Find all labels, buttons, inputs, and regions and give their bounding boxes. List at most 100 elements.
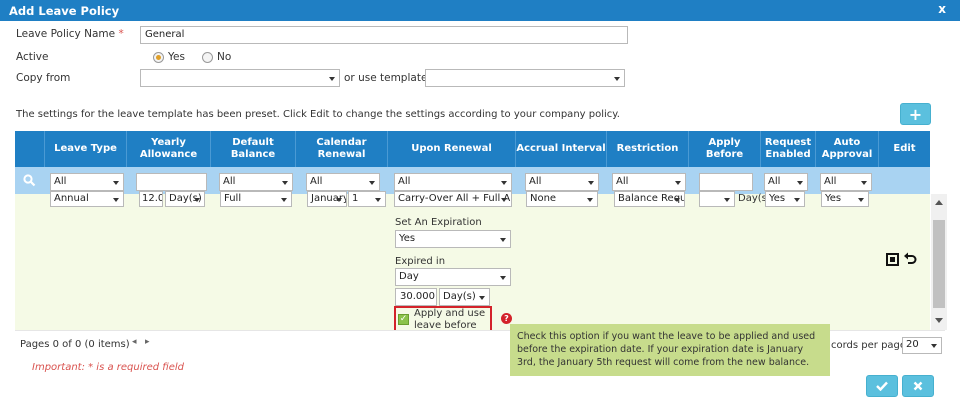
chevron-down-icon [931, 344, 937, 348]
header-yearly-allowance[interactable]: Yearly Allowance [126, 131, 210, 167]
header-upon-renewal[interactable]: Upon Renewal [387, 131, 515, 167]
apply-use-checkbox[interactable]: ✓ [398, 314, 409, 325]
filter-auto-approval[interactable]: All [820, 173, 872, 191]
expired-in-select[interactable]: Day [395, 268, 511, 286]
chevron-down-icon [674, 198, 680, 202]
set-expiration-select[interactable]: Yes [395, 230, 511, 248]
row-apply-before-select[interactable] [699, 191, 735, 207]
row-auto-approval-select[interactable]: Yes [821, 191, 869, 207]
filter-request-enabled-value: All [768, 176, 781, 187]
filter-default-balance-value: All [223, 176, 236, 187]
row-default-balance-select[interactable]: Full [220, 191, 292, 207]
undo-icon[interactable] [903, 252, 917, 266]
add-row-button[interactable]: + [900, 103, 931, 125]
expire-amount-input[interactable]: 30.000 [395, 288, 437, 306]
or-use-template-label: or use template [344, 72, 428, 84]
filter-upon-renewal[interactable]: All [394, 173, 512, 191]
chevron-down-icon [501, 198, 507, 202]
row-leave-type-select[interactable]: Annual [50, 191, 124, 207]
header-leave-type[interactable]: Leave Type [44, 131, 126, 167]
active-label: Active [16, 51, 49, 63]
row-allowance-input[interactable]: 12.0 [139, 191, 163, 207]
chevron-down-icon [588, 181, 594, 185]
header-default-balance[interactable]: Default Balance [210, 131, 295, 167]
chevron-down-icon [861, 181, 867, 185]
filter-accrual-interval-value: All [529, 176, 542, 187]
copy-from-select[interactable] [140, 69, 340, 87]
chevron-down-icon [614, 77, 620, 81]
scrollbar-thumb[interactable] [933, 220, 945, 308]
chevron-down-icon [724, 198, 730, 202]
active-no-radio[interactable] [202, 52, 213, 63]
help-tooltip: Check this option if you want the leave … [510, 324, 830, 376]
records-per-page-value: 20 [906, 339, 919, 350]
chevron-down-icon [501, 181, 507, 185]
row-request-enabled-value: Yes [769, 193, 786, 204]
header-restriction[interactable]: Restriction [606, 131, 688, 167]
cancel-button[interactable] [902, 375, 934, 397]
chevron-down-icon [675, 181, 681, 185]
help-question-icon[interactable]: ? [501, 313, 512, 324]
confirm-button[interactable] [866, 375, 898, 397]
records-per-page-select[interactable]: 20 [902, 337, 942, 354]
filter-default-balance[interactable]: All [219, 173, 293, 191]
filter-auto-approval-value: All [824, 176, 837, 187]
search-icon[interactable] [23, 174, 36, 187]
check-icon [876, 381, 888, 391]
expired-in-value: Day [399, 271, 419, 282]
active-yes-radio[interactable] [153, 52, 164, 63]
filter-request-enabled[interactable]: All [764, 173, 808, 191]
template-select[interactable] [425, 69, 625, 87]
filter-upon-renewal-value: All [398, 176, 411, 187]
row-accrual-select[interactable]: None [526, 191, 598, 207]
pager-text: Pages 0 of 0 (0 items) [20, 339, 130, 350]
chevron-down-icon [797, 181, 803, 185]
chevron-down-icon [500, 276, 506, 280]
dialog-title-bar: Add Leave Policy x [0, 0, 960, 21]
chevron-down-icon [329, 77, 335, 81]
save-row-icon[interactable] [886, 253, 899, 266]
header-accrual-interval[interactable]: Accrual Interval [515, 131, 606, 167]
row-renewal-day-value: 1 [352, 193, 359, 204]
scroll-up-icon[interactable] [935, 200, 943, 205]
chevron-down-icon [281, 198, 287, 202]
chevron-down-icon [858, 198, 864, 202]
required-star: * [118, 28, 124, 40]
row-upon-renewal-value: Carry-Over All + Full Allowance [398, 193, 511, 204]
row-upon-renewal-select[interactable]: Carry-Over All + Full Allowance [394, 191, 512, 207]
header-apply-before[interactable]: Apply Before [688, 131, 760, 167]
header-calendar-renewal[interactable]: Calendar Renewal [295, 131, 387, 167]
active-no-label: No [217, 51, 232, 63]
header-auto-approval[interactable]: Auto Approval [815, 131, 878, 167]
filter-calendar-renewal-value: All [310, 176, 323, 187]
header-request-enabled[interactable]: Request Enabled [760, 131, 815, 167]
dialog-title: Add Leave Policy [9, 4, 120, 18]
row-renewal-day-select[interactable]: 1 [348, 191, 386, 207]
header-edit: Edit [878, 131, 930, 167]
close-icon[interactable]: x [938, 2, 946, 16]
filter-leave-type[interactable]: All [50, 173, 124, 191]
filter-accrual-interval[interactable]: All [525, 173, 599, 191]
set-expiration-value: Yes [399, 233, 416, 244]
filter-apply-before[interactable] [699, 173, 753, 191]
leave-policy-name-input[interactable]: General [140, 26, 628, 44]
info-text: The settings for the leave template has … [16, 109, 620, 120]
filter-yearly-allowance[interactable] [136, 173, 207, 191]
row-request-enabled-select[interactable]: Yes [765, 191, 805, 207]
row-renewal-month-select[interactable]: January [307, 191, 347, 207]
active-yes-label: Yes [168, 51, 185, 63]
row-restriction-select[interactable]: Balance Required [614, 191, 685, 207]
apply-use-label: Apply and use leave before [414, 308, 486, 331]
filter-leave-type-value: All [54, 176, 67, 187]
chevron-down-icon [113, 198, 119, 202]
header-spacer [15, 131, 44, 167]
prev-page-icon[interactable]: ◂ [132, 337, 137, 347]
row-allowance-unit-select[interactable]: Day(s) [165, 191, 205, 207]
expire-unit-select[interactable]: Day(s) [439, 288, 490, 306]
scroll-down-icon[interactable] [935, 318, 943, 323]
filter-calendar-renewal[interactable]: All [306, 173, 380, 191]
chevron-down-icon [587, 198, 593, 202]
filter-restriction[interactable]: All [612, 173, 686, 191]
next-page-icon[interactable]: ▸ [145, 337, 150, 347]
close-icon [913, 381, 923, 391]
